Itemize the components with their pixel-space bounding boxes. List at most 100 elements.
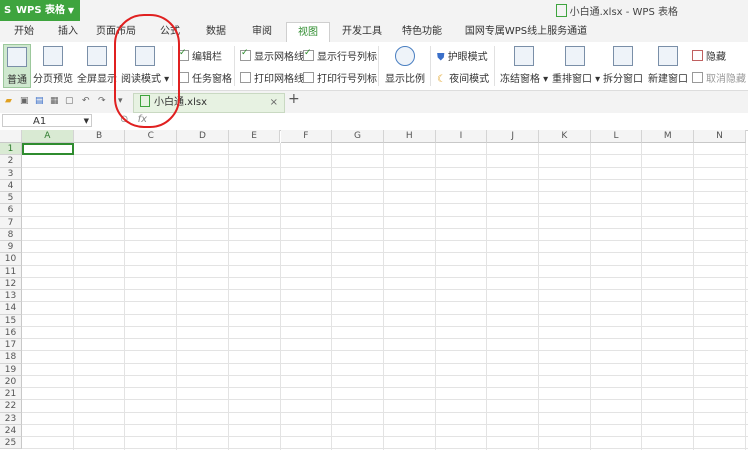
split-window-button[interactable]: 拆分窗口 (603, 44, 643, 85)
gridline (227, 143, 229, 450)
row-header[interactable]: 16 (0, 326, 22, 339)
show-gridlines-checkbox[interactable]: 显示网格线 (240, 48, 304, 63)
open-folder-icon[interactable]: ▰ (5, 96, 15, 106)
column-header[interactable]: H (383, 130, 436, 143)
gridline (382, 143, 384, 450)
row-header[interactable]: 15 (0, 314, 22, 327)
row-header[interactable]: 21 (0, 388, 22, 401)
row-header[interactable]: 4 (0, 179, 22, 192)
gridline (22, 436, 748, 437)
column-header[interactable]: F (280, 130, 333, 143)
row-header[interactable]: 24 (0, 424, 22, 437)
chevron-down-icon: ▼ (83, 117, 89, 125)
row-header[interactable]: 18 (0, 351, 22, 364)
row-header[interactable]: 19 (0, 363, 22, 376)
row-header[interactable]: 22 (0, 400, 22, 413)
tab-features[interactable]: 特色功能 (393, 22, 451, 42)
row-header[interactable]: 2 (0, 155, 22, 168)
task-pane-checkbox[interactable]: 任务窗格 (178, 70, 232, 85)
column-header[interactable]: A (22, 130, 74, 143)
shield-icon: ⛊ (437, 52, 448, 63)
active-cell[interactable] (22, 143, 74, 156)
print-icon[interactable]: ▦ (50, 96, 60, 106)
tab-service-channel[interactable]: 国网专属WPS线上服务通道 (455, 22, 597, 42)
row-header[interactable]: 14 (0, 302, 22, 315)
tab-home[interactable]: 开始 (4, 22, 44, 42)
column-header[interactable]: M (642, 130, 695, 143)
row-header[interactable]: 3 (0, 167, 22, 180)
row-header[interactable]: 13 (0, 290, 22, 303)
gridline (22, 325, 748, 327)
new-window-button[interactable]: 新建窗口 (647, 44, 689, 85)
row-header[interactable]: 5 (0, 192, 22, 205)
save-icon[interactable]: ▣ (20, 96, 30, 106)
rearrange-windows-button[interactable]: 重排窗口 ▾ (552, 44, 600, 85)
new-tab-button[interactable]: + (288, 91, 300, 107)
show-headers-checkbox[interactable]: 显示行号列标 (303, 48, 377, 63)
gridline (486, 143, 488, 450)
app-menu-button[interactable]: S WPS 表格 ▼ (0, 0, 80, 21)
spreadsheet-grid[interactable]: A B C D E F G H I J K L M N 1 2 3 4 5 6 7 8 9 10 11 12 13 14 15 16 17 1… (0, 130, 748, 450)
unhide-button[interactable]: 取消隐藏 (692, 70, 746, 85)
gridline (22, 203, 748, 205)
print-preview-icon[interactable]: ▢ (65, 96, 75, 106)
moon-icon: ☾ (437, 74, 450, 85)
freeze-panes-button[interactable]: 冻结窗格 ▾ (500, 44, 548, 85)
column-header[interactable]: K (539, 130, 591, 143)
gridline (22, 338, 748, 339)
row-header[interactable]: 10 (0, 253, 22, 266)
row-header[interactable]: 11 (0, 265, 22, 278)
magnifier-icon (395, 46, 415, 66)
cell-name-box[interactable]: A1 ▼ (2, 114, 92, 127)
row-header[interactable]: 1 (0, 143, 22, 156)
select-all-corner[interactable] (0, 130, 22, 143)
redo-icon[interactable]: ↷ (98, 96, 108, 106)
annotation-circle (114, 14, 180, 128)
night-mode-button[interactable]: ☾ 夜间模式 (437, 70, 489, 85)
row-header[interactable]: 9 (0, 241, 22, 254)
gridline (693, 143, 695, 450)
gridline (22, 423, 748, 425)
close-tab-icon[interactable]: × (270, 94, 278, 112)
row-header[interactable]: 8 (0, 228, 22, 241)
row-header[interactable]: 23 (0, 412, 22, 425)
tab-data[interactable]: 数据 (196, 22, 236, 42)
row-header[interactable]: 17 (0, 339, 22, 352)
zoom-button[interactable]: 显示比例 (384, 44, 426, 85)
split-window-icon (613, 46, 633, 66)
column-header[interactable]: N (694, 130, 746, 143)
row-header[interactable]: 25 (0, 437, 22, 450)
row-header[interactable]: 7 (0, 216, 22, 229)
tab-view[interactable]: 视图 (286, 22, 330, 43)
tab-insert[interactable]: 插入 (48, 22, 88, 42)
gridline (538, 143, 539, 450)
undo-icon[interactable]: ↶ (82, 96, 92, 106)
column-header[interactable]: L (590, 130, 643, 143)
column-header[interactable]: G (332, 130, 384, 143)
column-header[interactable]: E (228, 130, 281, 143)
gridline (176, 143, 178, 450)
column-header[interactable]: I (435, 130, 488, 143)
tab-developer[interactable]: 开发工具 (333, 22, 391, 42)
full-screen-button[interactable]: 全屏显示 (77, 44, 117, 85)
tab-review[interactable]: 审阅 (242, 22, 282, 42)
column-header[interactable]: C (125, 130, 178, 143)
page-break-preview-button[interactable]: 分页预览 (32, 44, 74, 85)
print-gridlines-checkbox[interactable]: 打印网格线 (240, 70, 304, 85)
export-pdf-icon[interactable]: ▤ (35, 96, 45, 106)
column-header[interactable]: J (487, 130, 539, 143)
normal-view-icon (7, 47, 27, 67)
normal-view-button[interactable]: 普通 (3, 44, 31, 88)
unhide-icon (692, 72, 703, 83)
row-header[interactable]: 12 (0, 277, 22, 290)
row-header[interactable]: 20 (0, 375, 22, 388)
freeze-panes-icon (514, 46, 534, 66)
column-header[interactable]: D (177, 130, 229, 143)
edit-bar-checkbox[interactable]: 编辑栏 (178, 48, 222, 63)
hide-button[interactable]: 隐藏 (692, 48, 726, 63)
row-header[interactable]: 6 (0, 204, 22, 217)
eye-protection-button[interactable]: ⛊ 护眼模式 (437, 48, 488, 63)
gridline (22, 154, 748, 156)
print-headers-checkbox[interactable]: 打印行号列标 (303, 70, 377, 85)
column-header[interactable]: B (73, 130, 126, 143)
